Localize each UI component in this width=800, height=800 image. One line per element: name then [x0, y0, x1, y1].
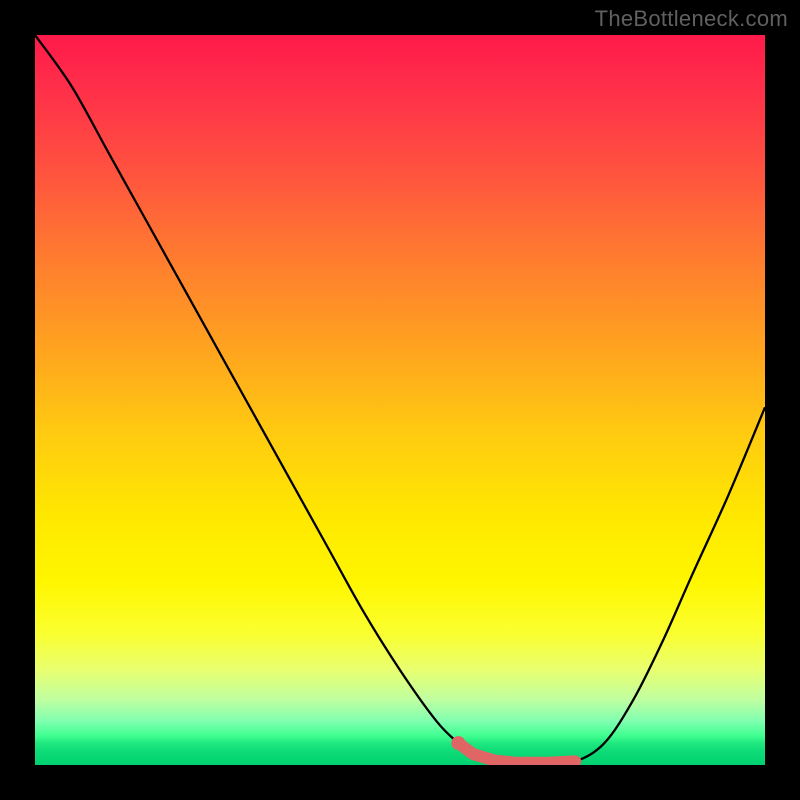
attribution-text: TheBottleneck.com	[595, 6, 788, 32]
optimal-start-dot	[451, 736, 465, 750]
curve-svg	[35, 35, 765, 765]
plot-area	[35, 35, 765, 765]
bottleneck-curve	[35, 35, 765, 763]
optimal-range-highlight	[458, 743, 575, 763]
